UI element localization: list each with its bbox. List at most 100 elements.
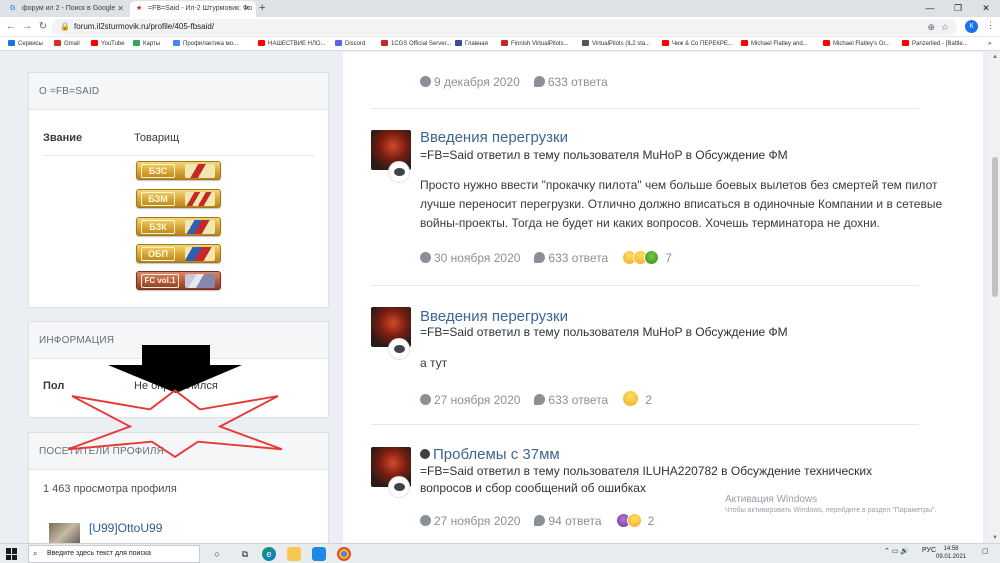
item-subtitle: =FB=Said ответил в тему пользователя MuH…: [420, 325, 788, 339]
bookmark-label: YouTube: [101, 41, 125, 47]
zoom-icon[interactable]: ⊕: [927, 19, 935, 35]
bookmark-favicon-icon: [8, 40, 15, 46]
item-date[interactable]: 27 ноября 2020: [434, 393, 520, 407]
bookmark-star-icon[interactable]: ☆: [941, 19, 949, 35]
visitor-avatar[interactable]: [49, 523, 80, 543]
windows-start-icon[interactable]: [6, 548, 18, 560]
task-switch-icon[interactable]: ⧉: [238, 547, 252, 561]
item-replies[interactable]: 94 ответа: [548, 514, 601, 528]
keyboard-language[interactable]: РУС: [922, 547, 936, 554]
bookmark-label: Michael Flatley's Gr...: [833, 41, 891, 47]
bookmark-item[interactable]: Чиж & Co ПЕРЕКРЕ...: [662, 37, 733, 50]
chrome-icon[interactable]: [337, 547, 351, 561]
item-title-link[interactable]: Проблемы с 37мм: [420, 446, 560, 463]
clock-icon: [420, 76, 431, 87]
bookmark-item[interactable]: Michael Flatley's Gr...: [823, 37, 891, 50]
bookmark-item[interactable]: Finnish VirtualPilots...: [501, 37, 569, 50]
item-replies[interactable]: 633 ответа: [548, 251, 608, 265]
reaction-laugh-icon[interactable]: [626, 513, 642, 528]
hot-topic-icon: [420, 449, 430, 459]
taskbar-search-input[interactable]: ⌕ Введите здесь текст для поиска: [28, 545, 200, 563]
browser-tab-profile[interactable]: ★ =FB=Said - Ил-2 Штурмовик: Фо ✕: [130, 1, 256, 17]
notifications-icon[interactable]: ▢: [982, 547, 989, 555]
item-body: Просто нужно ввести "прокачку пилота" че…: [420, 178, 943, 230]
forward-icon[interactable]: →: [20, 20, 34, 34]
item-meta: 30 ноября 2020 633 ответа 7: [420, 250, 672, 265]
bookmark-item[interactable]: Gmail: [54, 37, 80, 50]
item-date[interactable]: 27 ноября 2020: [434, 514, 520, 528]
about-widget: О =FB=SAID Звание Товарищ БЗС БЗМ БЗК ОБ…: [28, 72, 329, 308]
scroll-down-icon[interactable]: ▼: [990, 533, 1000, 543]
comment-badge-icon: [388, 476, 410, 498]
activity-stream: 9 декабря 2020 633 ответа Введения перегр…: [343, 52, 983, 543]
award-ribbon[interactable]: FC vol.1: [136, 271, 221, 290]
task-view-icon[interactable]: ○: [210, 547, 224, 561]
bookmark-item[interactable]: Panzerlied - [Battle...: [902, 37, 968, 50]
profile-views: 1 463 просмотра профиля: [43, 483, 177, 495]
activation-watermark-text: Чтобы активировать Windows, перейдите в …: [725, 507, 937, 514]
ribbon-stripes: [185, 247, 215, 261]
item-title-link[interactable]: Введения перегрузки: [420, 308, 568, 325]
bookmark-item[interactable]: Главная: [455, 37, 488, 50]
award-ribbon[interactable]: ОБП: [136, 244, 221, 263]
reaction-upvote-icon[interactable]: [644, 250, 660, 265]
activation-watermark-title: Активация Windows: [725, 494, 818, 505]
bookmark-label: Сервисы: [18, 41, 43, 47]
bookmark-item[interactable]: Michael Flatley and...: [741, 37, 808, 50]
bookmarks-overflow-icon[interactable]: »: [988, 37, 991, 50]
lock-icon: 🔒: [60, 22, 70, 31]
tray-icons[interactable]: ⌃ ▭ 🔊: [884, 547, 909, 555]
bookmark-item[interactable]: Карты: [133, 37, 160, 50]
item-meta: 9 декабря 2020 633 ответа: [420, 75, 608, 89]
bookmark-item[interactable]: Сервисы: [8, 37, 43, 50]
award-ribbon[interactable]: БЗС: [136, 161, 221, 180]
award-ribbon[interactable]: БЗМ: [136, 189, 221, 208]
reaction-laugh-icon[interactable]: [622, 390, 640, 407]
clock-time: 14:58: [943, 546, 959, 552]
item-date[interactable]: 9 декабря 2020: [434, 75, 520, 89]
url-input[interactable]: 🔒 forum.il2sturmovik.ru/profile/405-fbsa…: [52, 19, 957, 35]
close-window-icon[interactable]: ✕: [972, 0, 1000, 17]
bookmark-favicon-icon: [91, 40, 98, 46]
award-ribbon[interactable]: БЗК: [136, 217, 221, 236]
close-tab-icon[interactable]: ✕: [243, 1, 250, 17]
visitor-name-link[interactable]: [U99]OttoU99: [89, 521, 162, 535]
browser-menu-icon[interactable]: ⋮: [986, 20, 995, 31]
bookmark-item[interactable]: VirtualPilots (IL2 sta...: [582, 37, 650, 50]
clock[interactable]: 14:58 09.01.2021: [936, 545, 966, 561]
reload-icon[interactable]: ↻: [36, 20, 50, 34]
page-scrollbar[interactable]: ▲ ▼: [990, 52, 1000, 543]
scroll-thumb[interactable]: [992, 157, 998, 297]
bookmark-item[interactable]: Discord: [335, 37, 365, 50]
profile-avatar[interactable]: К: [965, 20, 978, 33]
ribbon-stripes: [185, 164, 215, 178]
item-replies[interactable]: 633 ответа: [548, 393, 608, 407]
bookmark-item[interactable]: НАШЕСТВИЕ НЛО...: [258, 37, 326, 50]
google-icon: G: [10, 5, 16, 12]
bookmark-item[interactable]: 1CGS Official Server...: [381, 37, 451, 50]
info-widget-title: ИНФОРМАЦИЯ: [29, 322, 328, 359]
item-replies[interactable]: 633 ответа: [548, 75, 608, 89]
bookmark-favicon-icon: [662, 40, 669, 46]
gender-label: Пол: [43, 380, 65, 392]
page-content: О =FB=SAID Звание Товарищ БЗС БЗМ БЗК ОБ…: [0, 52, 990, 543]
edge-browser-icon[interactable]: e: [262, 547, 276, 561]
bookmark-favicon-icon: [54, 40, 61, 46]
maximize-window-icon[interactable]: ❐: [944, 0, 972, 17]
bookmark-item[interactable]: YouTube: [91, 37, 125, 50]
file-explorer-icon[interactable]: [287, 547, 301, 561]
item-date[interactable]: 30 ноября 2020: [434, 251, 520, 265]
bookmark-item[interactable]: Профилактика мо...: [173, 37, 238, 50]
item-title-link[interactable]: Введения перегрузки: [420, 129, 568, 146]
back-icon[interactable]: ←: [4, 20, 18, 34]
new-tab-button[interactable]: +: [259, 1, 265, 16]
minimize-window-icon[interactable]: —: [916, 0, 944, 17]
mail-icon[interactable]: [312, 547, 326, 561]
bookmark-favicon-icon: [173, 40, 180, 46]
browser-tab-google[interactable]: Gфорум ил 2 - Поиск в Google ✕: [4, 1, 130, 17]
browser-tab-bar: Gфорум ил 2 - Поиск в Google ✕ ★ =FB=Said…: [0, 0, 1000, 17]
item-subtitle: =FB=Said ответил в тему пользователя ILU…: [420, 464, 873, 495]
scroll-up-icon[interactable]: ▲: [990, 52, 1000, 62]
close-tab-icon[interactable]: ✕: [117, 1, 124, 17]
clock-icon: [420, 515, 431, 526]
